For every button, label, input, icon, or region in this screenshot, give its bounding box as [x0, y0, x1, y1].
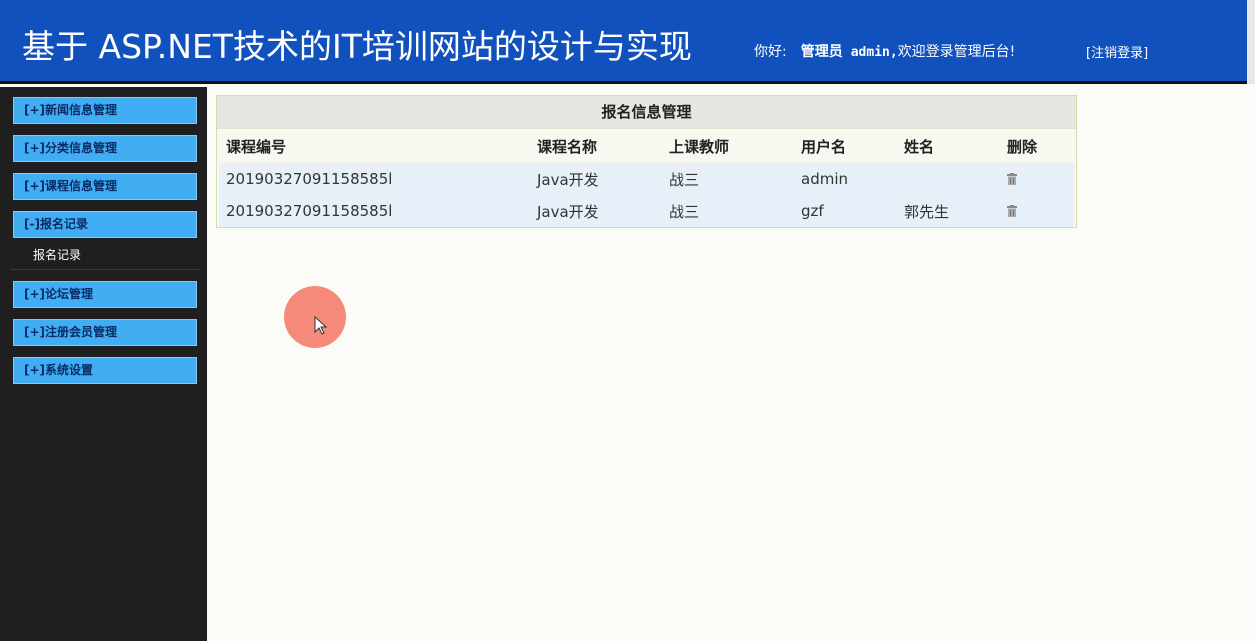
sidebar-item-members[interactable]: [+]注册会员管理 [13, 319, 197, 346]
sidebar-divider [10, 269, 200, 270]
registration-table: 课程编号 课程名称 上课教师 用户名 姓名 删除 201903270911585… [219, 129, 1074, 227]
cell-delete [1000, 195, 1074, 227]
table-row: 20190327091158585l Java开发 战三 admin [219, 163, 1074, 195]
logout-link[interactable]: [注销登录] [1086, 42, 1148, 61]
sidebar: [+]新闻信息管理 [+]分类信息管理 [+]课程信息管理 [-]报名记录 报名… [0, 87, 207, 641]
cell-course-no: 20190327091158585l [219, 163, 530, 195]
site-title: 基于 ASP.NET技术的IT培训网站的设计与实现 [22, 27, 692, 66]
panel-title: 报名信息管理 [217, 96, 1076, 129]
registration-panel: 报名信息管理 课程编号 课程名称 上课教师 用户名 姓名 删除 20190327… [216, 95, 1077, 228]
cell-teacher: 战三 [662, 195, 794, 227]
cell-delete [1000, 163, 1074, 195]
sidebar-item-settings[interactable]: [+]系统设置 [13, 357, 197, 384]
cell-name: 郭先生 [897, 195, 1000, 227]
column-header-name: 姓名 [897, 129, 1000, 163]
cell-course-name: Java开发 [530, 195, 662, 227]
cell-name [897, 163, 1000, 195]
sidebar-item-registration[interactable]: [-]报名记录 [13, 211, 197, 238]
trash-icon[interactable] [1007, 203, 1017, 217]
table-header-row: 课程编号 课程名称 上课教师 用户名 姓名 删除 [219, 129, 1074, 163]
role-text: 管理员 [800, 44, 843, 60]
header-bar: 基于 ASP.NET技术的IT培训网站的设计与实现 你好: 管理员 admin,欢迎… [0, 0, 1255, 84]
column-header-delete: 删除 [1000, 129, 1074, 163]
cell-course-name: Java开发 [530, 163, 662, 195]
sidebar-item-forum[interactable]: [+]论坛管理 [13, 281, 197, 308]
column-header-course-name: 课程名称 [530, 129, 662, 163]
column-header-course-no: 课程编号 [219, 129, 530, 163]
scrollbar[interactable] [1247, 0, 1255, 84]
welcome-text: 欢迎登录管理后台! [897, 44, 1016, 60]
table-row: 20190327091158585l Java开发 战三 gzf 郭先生 [219, 195, 1074, 227]
cell-username: gzf [794, 195, 897, 227]
cell-teacher: 战三 [662, 163, 794, 195]
sidebar-subitem-registration-records[interactable]: 报名记录 [33, 246, 81, 263]
pointer-cursor-icon [314, 315, 328, 340]
greeting-text: 你好: [754, 44, 787, 60]
sidebar-item-course[interactable]: [+]课程信息管理 [13, 173, 197, 200]
column-header-teacher: 上课教师 [662, 129, 794, 163]
welcome-message: 你好: 管理员 admin,欢迎登录管理后台! [754, 41, 1015, 61]
cell-course-no: 20190327091158585l [219, 195, 530, 227]
cell-username: admin [794, 163, 897, 195]
username-text: admin, [850, 45, 898, 60]
column-header-username: 用户名 [794, 129, 897, 163]
sidebar-item-category[interactable]: [+]分类信息管理 [13, 135, 197, 162]
trash-icon[interactable] [1007, 171, 1017, 185]
sidebar-item-news[interactable]: [+]新闻信息管理 [13, 97, 197, 124]
